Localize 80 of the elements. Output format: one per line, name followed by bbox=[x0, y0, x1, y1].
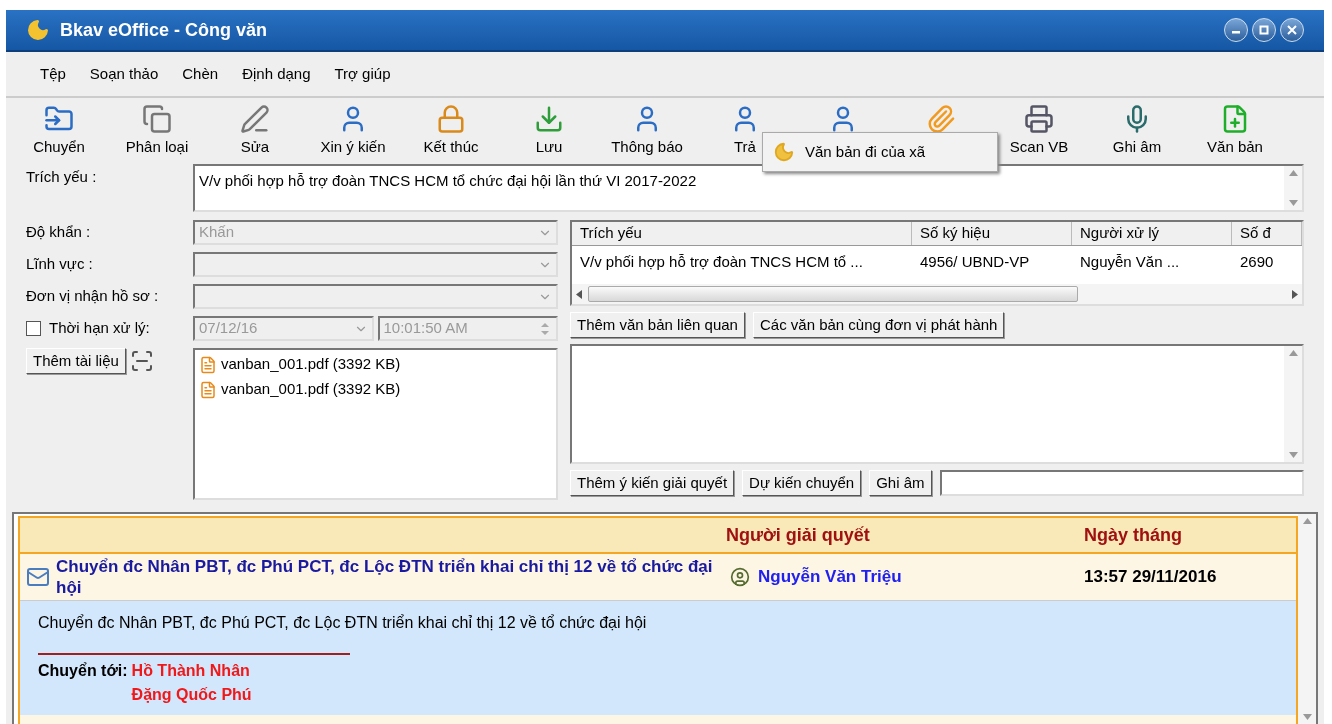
toolbar-button[interactable]: Scan VB bbox=[990, 104, 1088, 159]
toolbar-button[interactable]: Phân loại bbox=[108, 104, 206, 159]
horizontal-scrollbar[interactable] bbox=[572, 284, 1302, 304]
scroll-up-icon[interactable] bbox=[1288, 170, 1298, 176]
close-button[interactable] bbox=[1280, 18, 1304, 42]
field-label: Độ khẩn : bbox=[26, 222, 92, 243]
table-cell-text: V/v phối hợp hỗ trợ đoàn TNCS HCM tổ ... bbox=[579, 251, 864, 272]
scroll-right-icon[interactable] bbox=[1292, 289, 1298, 299]
scroll-down-icon[interactable] bbox=[1302, 714, 1312, 720]
scroll-left-icon[interactable] bbox=[576, 289, 582, 299]
action-button[interactable]: Thêm văn bản liên quan bbox=[570, 312, 745, 338]
maximize-button[interactable] bbox=[1252, 18, 1276, 42]
menu-item[interactable]: Định dạng bbox=[242, 62, 311, 86]
scanner-icon[interactable] bbox=[129, 349, 154, 373]
toolbar-button[interactable]: Kết thúc bbox=[402, 104, 500, 159]
action-button[interactable]: Dự kiến chuyển bbox=[742, 470, 862, 496]
vertical-scrollbar[interactable] bbox=[1284, 166, 1302, 210]
action-button[interactable]: Thêm ý kiến giải quyết bbox=[570, 470, 735, 496]
column-header: Ngày tháng bbox=[1084, 523, 1182, 547]
entry-title[interactable]: Chuyển đc Nhân PBT, đc Phú PCT, đc Lộc ĐTN triển khai chỉ thị 12 về tổ chức đại hội bbox=[56, 556, 726, 598]
person-icon bbox=[730, 567, 750, 587]
summary-field[interactable]: V/v phối hợp hỗ trợ đoàn TNCS HCM tổ chức đại hội lần thứ VI 2017-2022 bbox=[193, 164, 1304, 212]
scroll-down-icon[interactable] bbox=[1288, 452, 1298, 458]
toolbar-button[interactable]: Lưu bbox=[500, 104, 598, 159]
menu-item[interactable]: Trợ giúp bbox=[334, 62, 391, 86]
toolbar-button[interactable]: Sửa bbox=[206, 104, 304, 159]
window-title: Bkav eOffice - Công văn bbox=[60, 18, 268, 42]
column-header[interactable]: Số ký hiệu bbox=[912, 222, 1072, 245]
lock-icon bbox=[436, 104, 466, 134]
moon-icon bbox=[773, 141, 795, 163]
toolbar-button[interactable]: Văn bản bbox=[1186, 104, 1284, 159]
document-icon bbox=[199, 380, 217, 399]
toolbar-button[interactable]: Ghi âm bbox=[1088, 104, 1186, 159]
field-label: Đơn vị nhận hồ sơ : bbox=[26, 286, 160, 307]
scroll-up-icon[interactable] bbox=[1302, 518, 1312, 524]
menu-item[interactable]: Tệp bbox=[40, 62, 66, 86]
column-header[interactable]: Người xử lý bbox=[1072, 222, 1232, 245]
entry-date: 13:57 29/11/2016 bbox=[1084, 566, 1217, 589]
pages-icon bbox=[142, 104, 172, 134]
menu-item[interactable]: Chèn bbox=[182, 62, 219, 86]
attachment-item[interactable]: vanban_001.pdf (3392 KB) bbox=[199, 352, 552, 377]
vertical-scrollbar[interactable] bbox=[1284, 346, 1302, 462]
scroll-thumb[interactable] bbox=[588, 286, 1078, 302]
toolbar-button[interactable]: Thông báo bbox=[598, 104, 696, 159]
download-icon bbox=[534, 104, 564, 134]
menu-item[interactable]: Soạn thảo bbox=[89, 62, 159, 86]
scroll-up-icon[interactable] bbox=[1288, 350, 1298, 356]
table-cell-text: Nguyễn Văn ... bbox=[1079, 251, 1181, 272]
recipient-name: Đặng Quốc Phú bbox=[131, 685, 252, 705]
minimize-button[interactable] bbox=[1224, 18, 1248, 42]
recipient-name: Hồ Thành Nhân bbox=[131, 661, 251, 681]
attachment-item[interactable]: vanban_001.pdf (3392 KB) bbox=[199, 377, 552, 402]
forward-label: Chuyển tới: bbox=[38, 661, 128, 681]
close-icon bbox=[1287, 25, 1297, 35]
field-label: Lĩnh vực : bbox=[26, 254, 94, 275]
process-row[interactable]: Chuyển đc Nhân PBT, đc Phú PCT, đc Lộc ĐTN triển khai chỉ thị 12 về tổ chức đại hội Nguyễn Văn Triệu 13:57 29/11/2016 bbox=[20, 554, 1296, 601]
opinion-area[interactable] bbox=[570, 344, 1304, 464]
column-header: Người giải quyết bbox=[726, 523, 871, 547]
pencil-icon bbox=[240, 104, 270, 134]
table-cell-text: 4956/ UBND-VP bbox=[919, 251, 1031, 272]
toolbar-button[interactable]: Chuyển bbox=[10, 104, 108, 159]
table-cell-text: 2690 bbox=[1239, 251, 1275, 272]
action-button[interactable]: Ghi âm bbox=[869, 470, 932, 496]
field-label: Thời hạn xử lý: bbox=[49, 318, 150, 339]
handler-name[interactable]: Nguyễn Văn Triệu bbox=[758, 564, 902, 590]
document-icon bbox=[199, 355, 217, 374]
moon-logo-icon bbox=[26, 18, 50, 42]
paperclip-icon bbox=[926, 104, 956, 134]
maximize-icon bbox=[1259, 25, 1269, 35]
input-field[interactable] bbox=[939, 470, 1304, 496]
action-button[interactable]: Các văn bản cùng đơn vị phát hành bbox=[752, 312, 1005, 338]
add-document-button[interactable]: Thêm tài liệu bbox=[26, 348, 126, 374]
toolbar-button[interactable]: Xin ý kiến bbox=[304, 104, 402, 159]
field-label: Trích yếu : bbox=[26, 167, 98, 187]
detail-text: Chuyển đc Nhân PBT, đc Phú PCT, đc Lộc ĐTN triển khai chỉ thị 12 về tổ chức đại hội bbox=[38, 613, 648, 633]
vertical-scrollbar[interactable] bbox=[1298, 514, 1316, 724]
scroll-down-icon[interactable] bbox=[1288, 200, 1298, 206]
printer-icon bbox=[1024, 104, 1054, 134]
column-header[interactable]: Số đ bbox=[1232, 222, 1302, 245]
column-header[interactable]: Trích yếu bbox=[572, 222, 912, 245]
